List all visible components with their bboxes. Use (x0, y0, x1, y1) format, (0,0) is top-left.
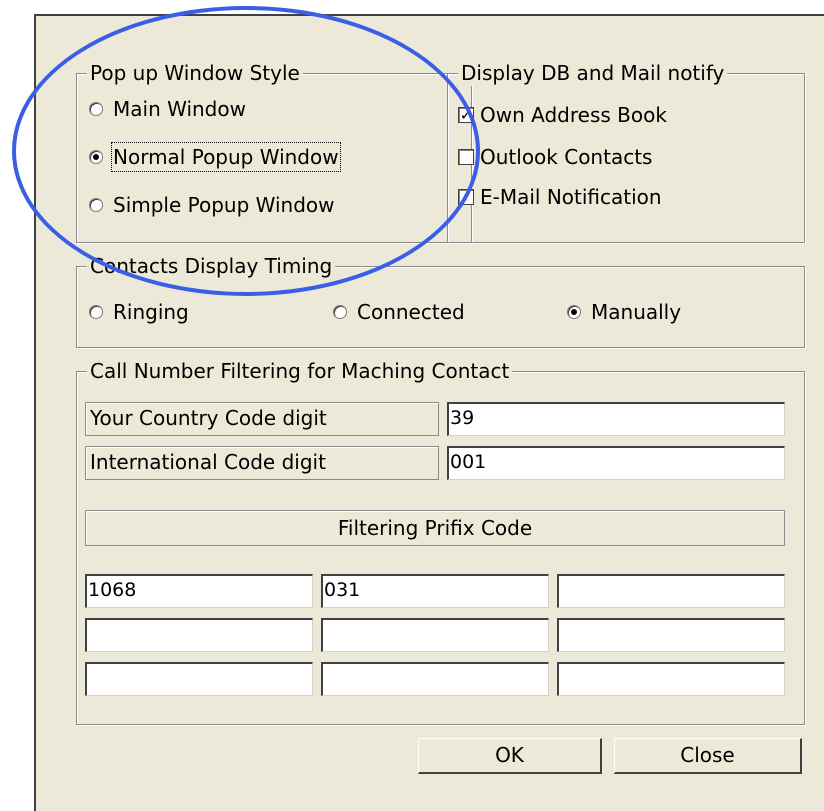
prefix-field-1[interactable]: 1068 (85, 574, 313, 608)
radio-indicator (89, 102, 103, 116)
checkbox-checked-icon: ✓ (458, 106, 474, 124)
radio-manually-label: Manually (591, 300, 682, 324)
radio-connected[interactable]: Connected (333, 299, 465, 325)
radio-ringing[interactable]: Ringing (89, 299, 189, 325)
radio-connected-label: Connected (357, 300, 465, 324)
radio-simple-popup-window[interactable]: Simple Popup Window (89, 192, 335, 218)
timing-group: Contacts Display Timing Ringing Connecte… (76, 253, 805, 348)
prefix-field-6[interactable] (557, 618, 785, 652)
email-notification-label: E-Mail Notification (480, 185, 662, 209)
own-address-book-label: Own Address Book (480, 103, 667, 127)
filtering-title: Call Number Filtering for Maching Contac… (87, 358, 513, 384)
radio-normal-popup-window[interactable]: Normal Popup Window (89, 142, 341, 172)
prefix-field-5[interactable] (321, 618, 549, 652)
timing-title: Contacts Display Timing (87, 253, 336, 279)
radio-indicator (89, 198, 103, 212)
popup-style-title: Pop up Window Style (87, 60, 303, 86)
radio-indicator-selected (567, 305, 581, 319)
ok-button[interactable]: OK (418, 738, 602, 774)
radio-indicator (333, 305, 347, 319)
international-code-field[interactable]: 001 (447, 446, 785, 480)
popup-style-group: Pop up Window Style Main Window Normal P… (76, 60, 472, 243)
radio-manually[interactable]: Manually (567, 299, 681, 325)
checkbox-email-notification[interactable]: E-Mail Notification (458, 184, 662, 210)
international-code-label: International Code digit (85, 446, 439, 480)
checkbox-outlook-contacts[interactable]: Outlook Contacts (458, 144, 652, 170)
prefix-field-3[interactable] (557, 574, 785, 608)
radio-main-window-label: Main Window (113, 97, 246, 121)
settings-dialog: Pop up Window Style Main Window Normal P… (34, 14, 824, 811)
radio-indicator (89, 305, 103, 319)
prefix-field-7[interactable] (85, 662, 313, 696)
filtering-group: Call Number Filtering for Maching Contac… (76, 358, 805, 725)
checkbox-own-address-book[interactable]: ✓ Own Address Book (458, 102, 667, 128)
close-button[interactable]: Close (614, 738, 802, 774)
radio-simple-popup-window-label: Simple Popup Window (113, 193, 335, 217)
display-db-title: Display DB and Mail notify (458, 60, 728, 86)
display-db-group: Display DB and Mail notify ✓ Own Address… (447, 60, 805, 243)
prefix-field-9[interactable] (557, 662, 785, 696)
radio-main-window[interactable]: Main Window (89, 96, 246, 122)
country-code-label: Your Country Code digit (85, 402, 439, 436)
country-code-field[interactable]: 39 (447, 402, 785, 436)
radio-normal-popup-window-label: Normal Popup Window (111, 142, 341, 172)
radio-indicator-selected (89, 150, 103, 164)
radio-ringing-label: Ringing (113, 300, 189, 324)
prefix-field-2[interactable]: 031 (321, 574, 549, 608)
prefix-field-4[interactable] (85, 618, 313, 652)
outlook-contacts-label: Outlook Contacts (480, 145, 653, 169)
checkbox-unchecked-icon (458, 189, 474, 205)
prefix-field-8[interactable] (321, 662, 549, 696)
checkbox-unchecked-icon (458, 149, 474, 165)
prefix-code-header: Filtering Prifix Code (85, 510, 785, 546)
